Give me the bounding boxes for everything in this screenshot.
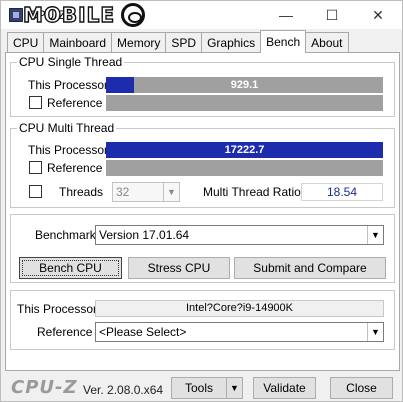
multi-this-processor-label: This Processor bbox=[28, 143, 109, 157]
tab-about[interactable]: About bbox=[305, 32, 349, 53]
single-reference-label: Reference bbox=[47, 96, 103, 110]
single-this-processor-label: This Processor bbox=[28, 78, 109, 92]
chevron-down-icon: ▼ bbox=[367, 226, 383, 244]
single-thread-score: 929.1 bbox=[230, 79, 259, 91]
tab-mainboard[interactable]: Mainboard bbox=[43, 32, 113, 53]
tools-dropdown-button[interactable]: ▼ bbox=[226, 377, 243, 399]
single-thread-bar: 929.1 bbox=[106, 77, 383, 93]
cpuz-brand-logo: CPU-Z bbox=[11, 377, 78, 398]
single-thread-title: CPU Single Thread bbox=[17, 55, 125, 69]
tab-spd[interactable]: SPD bbox=[165, 32, 203, 53]
tab-graphics[interactable]: Graphics bbox=[201, 32, 262, 53]
minimize-button[interactable]: — bbox=[263, 1, 309, 29]
version-label: Ver. 2.08.0.x64 bbox=[83, 383, 164, 397]
submit-compare-button[interactable]: Submit and Compare bbox=[234, 257, 386, 279]
threads-label: Threads bbox=[59, 185, 104, 199]
ratio-value-box: 18.54 bbox=[301, 183, 383, 201]
stress-cpu-button[interactable]: Stress CPU bbox=[128, 257, 230, 279]
maximize-icon: ☐ bbox=[325, 6, 339, 23]
tools-button[interactable]: Tools bbox=[171, 377, 227, 399]
benchmark-label: Benchmark bbox=[35, 228, 96, 242]
validate-button[interactable]: Validate bbox=[253, 377, 316, 399]
threads-value: 32 bbox=[116, 185, 130, 199]
multi-thread-group: CPU Multi Thread This Processor 17222.7 … bbox=[10, 121, 395, 208]
cpuz-app-icon bbox=[9, 8, 23, 22]
bench-cpu-button[interactable]: Bench CPU bbox=[19, 257, 122, 279]
watermark-text: MOBILE bbox=[22, 2, 115, 27]
ratio-value: 18.54 bbox=[326, 185, 358, 199]
multi-thread-bar: 17222.7 bbox=[106, 142, 383, 158]
chevron-down-icon: ▼ bbox=[230, 383, 239, 393]
mobile01-watermark: MOBILE bbox=[22, 2, 149, 28]
multi-reference-label: Reference bbox=[47, 161, 103, 175]
title-bar: CPU-Z MOBILE — ☐ ✕ bbox=[1, 1, 402, 29]
close-window-button[interactable]: ✕ bbox=[355, 1, 401, 29]
multi-reference-checkbox[interactable] bbox=[29, 161, 42, 174]
benchmark-group: Benchmark Version 17.01.64 ▼ Bench CPU S… bbox=[10, 214, 395, 283]
single-reference-bar bbox=[106, 95, 383, 111]
tab-strip: CPU Mainboard Memory SPD Graphics Bench … bbox=[7, 30, 349, 53]
processor-label: This Processor bbox=[17, 302, 98, 316]
minimize-icon: — bbox=[279, 7, 293, 23]
single-thread-group: CPU Single Thread This Processor 929.1 R… bbox=[10, 55, 395, 117]
watermark-face-icon bbox=[121, 3, 145, 27]
maximize-button[interactable]: ☐ bbox=[309, 1, 355, 29]
processor-group: This Processor Intel?Core?i9-14900K Refe… bbox=[10, 290, 395, 350]
processor-name-box: Intel?Core?i9-14900K bbox=[95, 300, 384, 317]
single-reference-checkbox[interactable] bbox=[29, 96, 42, 109]
close-button[interactable]: Close bbox=[330, 377, 393, 399]
tab-memory[interactable]: Memory bbox=[111, 32, 167, 53]
reference-select[interactable]: <Please Select> ▼ bbox=[95, 322, 384, 342]
multi-reference-bar bbox=[106, 160, 383, 176]
reference-select-value: <Please Select> bbox=[99, 325, 187, 339]
ratio-label: Multi Thread Ratio bbox=[203, 185, 301, 199]
tab-bench[interactable]: Bench bbox=[260, 30, 307, 53]
multi-thread-title: CPU Multi Thread bbox=[17, 121, 117, 135]
chevron-down-icon: ▼ bbox=[367, 323, 383, 341]
threads-checkbox[interactable] bbox=[29, 185, 42, 198]
close-icon: ✕ bbox=[372, 6, 384, 23]
chevron-down-icon: ▼ bbox=[163, 183, 179, 201]
multi-thread-score: 17222.7 bbox=[224, 144, 265, 156]
benchmark-version-value: Version 17.01.64 bbox=[99, 228, 190, 242]
threads-select[interactable]: 32 ▼ bbox=[112, 182, 180, 202]
tab-cpu[interactable]: CPU bbox=[7, 32, 45, 53]
cpuz-window: CPU-Z MOBILE — ☐ ✕ CPU Mainboard Memory … bbox=[0, 0, 403, 402]
processor-name: Intel?Core?i9-14900K bbox=[185, 302, 294, 314]
bench-tab-panel: CPU Single Thread This Processor 929.1 R… bbox=[5, 52, 400, 371]
reference-label: Reference bbox=[37, 325, 93, 339]
benchmark-version-select[interactable]: Version 17.01.64 ▼ bbox=[95, 225, 384, 245]
